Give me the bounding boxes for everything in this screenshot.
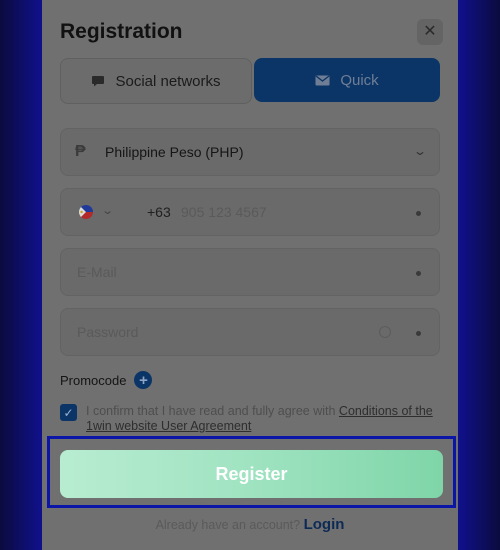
phone-country-code: +63: [147, 204, 171, 220]
chevron-down-icon: ⌄: [412, 144, 428, 158]
close-button[interactable]: ✕: [417, 19, 443, 45]
required-dot-icon: [416, 271, 421, 276]
register-button[interactable]: Register: [60, 450, 443, 498]
promocode-label: Promocode: [60, 372, 127, 388]
registration-tabs: Social networks Quick: [60, 58, 440, 104]
promocode-row[interactable]: Promocode +: [60, 371, 153, 389]
tab-quick[interactable]: Quick: [254, 58, 440, 102]
login-prompt-row: Already have an account? Login: [0, 516, 500, 533]
agreement-text: I confirm that I have read and fully agr…: [86, 404, 446, 434]
envelope-icon: [315, 74, 330, 86]
close-icon: ✕: [423, 23, 437, 40]
email-field[interactable]: E-Mail: [60, 248, 440, 296]
eye-icon[interactable]: [379, 326, 391, 338]
required-dot-icon: [416, 331, 421, 336]
country-chevron-icon[interactable]: ⌄: [101, 204, 114, 217]
checkmark-icon: ✓: [63, 405, 74, 420]
tab-quick-label: Quick: [340, 71, 379, 89]
chat-bubble-icon: [91, 75, 105, 87]
agreement-prefix: I confirm that I have read and fully agr…: [86, 404, 339, 418]
password-placeholder: Password: [77, 324, 139, 340]
philippines-flag-icon[interactable]: [79, 205, 93, 219]
email-placeholder: E-Mail: [77, 264, 117, 280]
password-field[interactable]: Password: [60, 308, 440, 356]
required-dot-icon: [416, 211, 421, 216]
phone-placeholder: 905 123 4567: [181, 204, 267, 220]
tab-social-label: Social networks: [115, 72, 221, 90]
login-link[interactable]: Login: [304, 516, 345, 533]
peso-icon: ₱: [75, 143, 86, 160]
modal-title: Registration: [60, 20, 183, 43]
currency-value: Philippine Peso (PHP): [105, 144, 244, 160]
plus-icon[interactable]: +: [134, 371, 153, 389]
login-prompt-text: Already have an account?: [155, 518, 301, 532]
currency-select[interactable]: ₱ Philippine Peso (PHP) ⌄: [60, 128, 440, 176]
agreement-checkbox[interactable]: ✓: [60, 404, 77, 421]
tab-social-networks[interactable]: Social networks: [60, 58, 252, 104]
phone-field[interactable]: ⌄ +63 905 123 4567: [60, 188, 440, 236]
